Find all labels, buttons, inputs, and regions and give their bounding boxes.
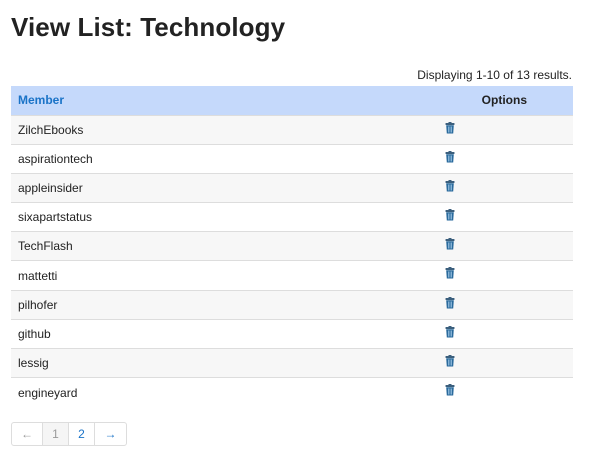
page-title: View List: Technology [11,12,286,42]
member-name: lessig [11,347,373,378]
member-name: appleinsider [11,172,373,203]
table-row: appleinsider [11,172,573,203]
member-name: aspirationtech [11,143,373,174]
member-name: sixapartstatus [11,202,373,232]
options-cell [373,377,573,407]
delete-trash-icon[interactable] [445,384,455,396]
table-row: lessig [11,347,573,378]
table-row: engineyard [11,377,573,407]
delete-trash-icon[interactable] [445,179,455,192]
page: View List: Technology Displaying 1-10 of… [0,0,600,455]
table-row: pilhofer [11,289,573,320]
results-summary: Displaying 1-10 of 13 results. [417,68,572,82]
options-cell [373,202,573,232]
table-row: aspirationtech [11,143,573,174]
page-1-button[interactable]: 1 [43,423,69,445]
delete-trash-icon[interactable] [445,209,455,221]
options-cell [373,289,573,320]
options-cell [373,143,573,174]
table-header-row: Member Options [11,86,573,115]
member-column-header[interactable]: Member [11,86,373,115]
options-cell [373,231,573,261]
member-name: mattetti [11,260,373,291]
table-row: ZilchEbooks [11,114,573,145]
prev-page-button[interactable]: ← [12,423,43,445]
table-row: mattetti [11,260,573,291]
table-row: sixapartstatus [11,202,573,232]
delete-trash-icon[interactable] [445,150,455,163]
members-table: Member Options ZilchEbooks aspirationtech… [11,86,573,407]
table-row: github [11,318,573,349]
member-name: engineyard [11,377,373,407]
pagination: ← 1 2 → [11,422,127,446]
options-column-header: Options [373,86,573,115]
delete-trash-icon[interactable] [445,267,455,279]
member-sort-link[interactable]: Member [18,93,64,107]
table-row: TechFlash [11,231,573,261]
options-cell [373,172,573,203]
delete-trash-icon[interactable] [445,296,455,309]
delete-trash-icon[interactable] [445,121,455,134]
delete-trash-icon[interactable] [445,355,455,367]
delete-trash-icon[interactable] [445,325,455,338]
options-cell [373,114,573,145]
options-cell [373,260,573,291]
member-name: github [11,318,373,349]
page-2-button[interactable]: 2 [69,423,95,445]
member-name: ZilchEbooks [11,114,373,145]
options-cell [373,347,573,378]
delete-trash-icon[interactable] [445,238,455,250]
next-page-button[interactable]: → [95,423,126,445]
member-name: pilhofer [11,289,373,320]
options-cell [373,318,573,349]
member-name: TechFlash [11,231,373,261]
